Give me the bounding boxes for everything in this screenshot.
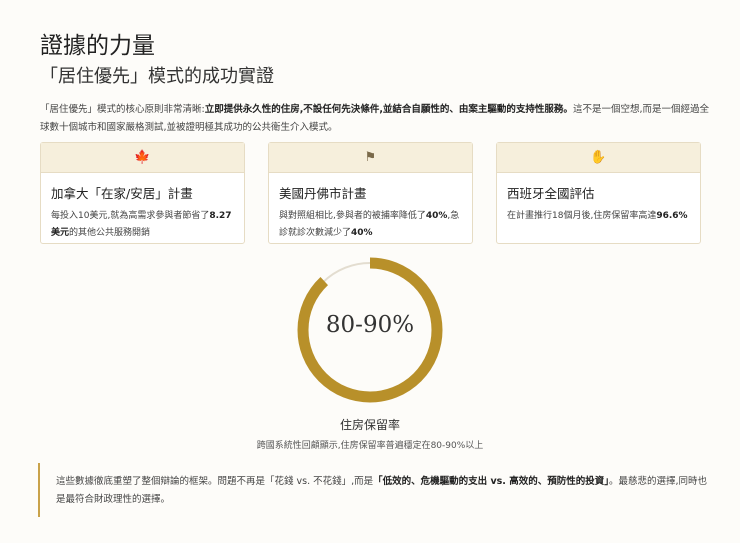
conclusion-note: 這些數據徹底重塑了整個辯論的框架。問題不再是「花錢 vs. 不花錢」,而是「低效… [38,463,708,517]
evidence-cards: 🍁 加拿大「在家/安居」計畫 每投入10美元,就為高需求參與者節省了8.27美元… [40,142,701,244]
card-body: 每投入10美元,就為高需求參與者節省了8.27美元的其他公共服務開銷 [51,211,232,238]
intro-text: 「居住優先」模式的核心原則非常清晰: [40,104,205,115]
card-body: 在計畫推行18個月後,住房保留率高達96.6% [507,211,688,221]
intro-paragraph: 「居住優先」模式的核心原則非常清晰:立即提供永久性的住房,不設任何先決條件,並結… [40,101,710,137]
intro-bold: 立即提供永久性的住房,不設任何先決條件,並結合自願性的、由案主驅動的支持性服務。 [204,104,573,115]
card-canada: 🍁 加拿大「在家/安居」計畫 每投入10美元,就為高需求參與者節省了8.27美元… [40,142,245,244]
flag-icon: ⚑ [364,150,377,165]
card-body: 與對照組相比,參與者的被捕率降低了40%,急診就診次數減少了40% [279,211,460,238]
card-denver: ⚑ 美國丹佛市計畫 與對照組相比,參與者的被捕率降低了40%,急診就診次數減少了… [268,142,473,244]
page-subtitle: 「居住優先」模式的成功實證 [40,66,274,87]
hand-heart-icon: ✋ [590,150,607,165]
card-title: 西班牙全國評估 [507,186,595,201]
card-spain: ✋ 西班牙全國評估 在計畫推行18個月後,住房保留率高達96.6% [496,142,701,244]
donut-subtitle: 跨國系統性回顧顯示,住房保留率普遍穩定在80-90%以上 [256,441,484,451]
maple-leaf-icon: 🍁 [134,150,151,165]
donut-label: 住房保留率 [339,418,400,432]
donut-value: 80-90% [325,312,415,338]
card-title: 美國丹佛市計畫 [279,186,367,201]
page-title: 證據的力量 [40,33,155,59]
card-title: 加拿大「在家/安居」計畫 [51,186,193,201]
